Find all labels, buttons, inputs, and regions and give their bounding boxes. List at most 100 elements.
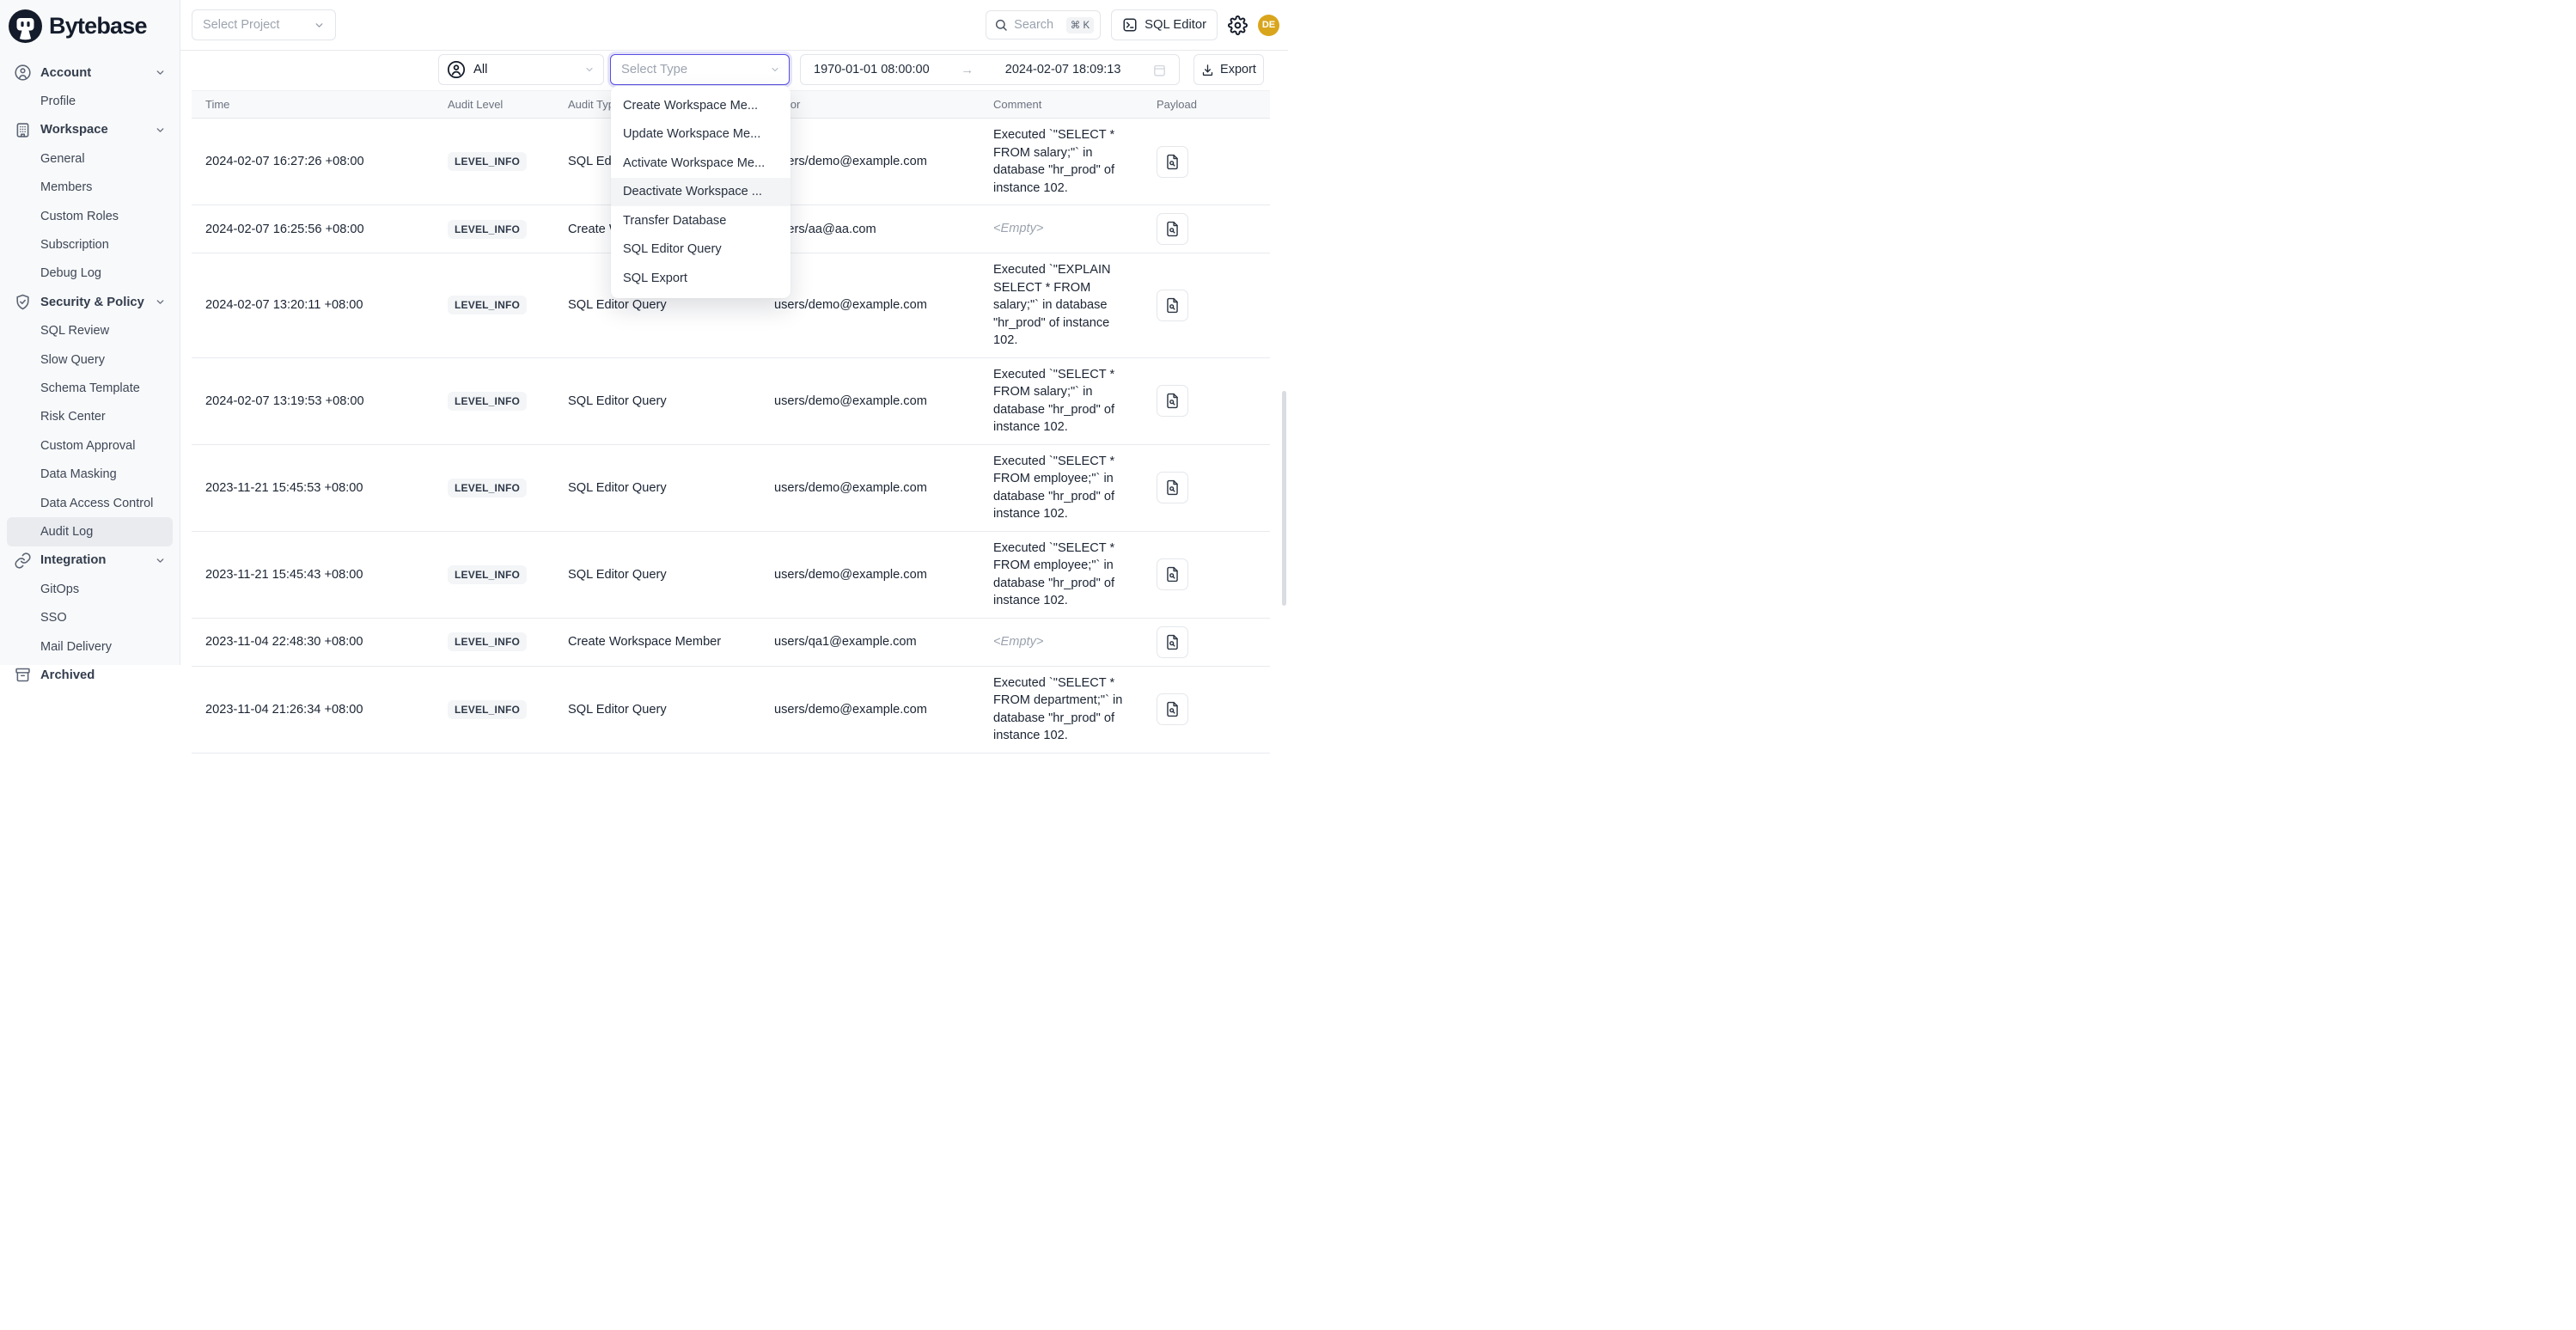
chevron-down-icon [155,296,166,308]
sidebar-item-slow-query[interactable]: Slow Query [7,345,173,374]
payload-view-button[interactable] [1157,626,1188,658]
cell-audit-level: LEVEL_INFO [435,212,555,247]
cell-payload [1144,686,1270,733]
sidebar-item-label: Workspace [40,123,108,137]
sidebar-item-label: GitOps [40,583,79,596]
sidebar-item-label: SQL Review [40,324,109,338]
sidebar-item-label: Integration [40,553,106,567]
sidebar-item-integration[interactable]: Integration [7,546,173,575]
cell-comment: Executed `"SELECT * FROM department;"` i… [980,667,1144,753]
cell-audit-type: SQL Editor Query [555,560,761,589]
chevron-down-icon [155,555,166,566]
sidebar-item-mail-delivery[interactable]: Mail Delivery [7,632,173,661]
project-select[interactable]: Select Project [192,9,336,40]
audit-level-badge: LEVEL_INFO [448,392,527,411]
sidebar-item-members[interactable]: Members [7,174,173,202]
sidebar-item-audit-log[interactable]: Audit Log [7,517,173,546]
sidebar-item-account[interactable]: Account [7,58,173,87]
vertical-scrollbar-thumb[interactable] [1282,391,1286,606]
date-range-picker[interactable]: 1970-01-01 08:00:00 → 2024-02-07 18:09:1… [800,54,1180,85]
cell-audit-level: LEVEL_INFO [435,625,555,659]
file-search-icon [1164,566,1181,583]
sidebar-item-label: Members [40,180,92,194]
type-menu-item-label: Create Workspace Me... [623,99,758,113]
search-placeholder: Search [1014,18,1053,32]
file-search-icon [1164,479,1181,496]
sidebar-item-debug-log[interactable]: Debug Log [7,259,173,288]
type-menu-item-label: Transfer Database [623,214,726,228]
sidebar-item-archived[interactable]: Archived [7,661,173,689]
sidebar-item-sql-review[interactable]: SQL Review [7,317,173,345]
sidebar-item-label: Archived [40,668,95,682]
sidebar-item-sso[interactable]: SSO [7,603,173,631]
file-search-icon [1164,701,1181,717]
sidebar-item-workspace[interactable]: Workspace [7,116,173,144]
sidebar-item-profile[interactable]: Profile [7,87,173,115]
cell-actor: users/qa1@example.com [761,627,980,656]
sql-editor-button[interactable]: SQL Editor [1111,9,1218,40]
audit-log-row: 2023-11-21 15:45:53 +08:00LEVEL_INFOSQL … [192,445,1270,532]
sidebar-item-label: Mail Delivery [40,640,112,654]
brand-logo[interactable]: Bytebase [0,0,180,52]
cell-comment: Executed `"SELECT * FROM employee;"` in … [980,445,1144,531]
brand-name: Bytebase [49,13,147,40]
column-header-comment: Comment [980,98,1144,111]
cell-actor: users/demo@example.com [761,560,980,589]
sidebar-item-data-access-control[interactable]: Data Access Control [7,489,173,517]
sidebar-item-subscription[interactable]: Subscription [7,230,173,259]
type-menu-item-deactivate-workspace[interactable]: Deactivate Workspace ... [611,178,791,207]
export-button[interactable]: Export [1193,54,1264,85]
payload-view-button[interactable] [1157,472,1188,503]
sidebar-item-data-masking[interactable]: Data Masking [7,460,173,488]
type-menu-item-create-workspace-me[interactable]: Create Workspace Me... [611,91,791,120]
sidebar-item-schema-template[interactable]: Schema Template [7,374,173,402]
cell-audit-type: SQL Editor Query [555,473,761,503]
payload-view-button[interactable] [1157,385,1188,417]
type-menu-item-label: Activate Workspace Me... [623,156,765,170]
sidebar-item-general[interactable]: General [7,144,173,173]
bytebase-mascot-icon [9,9,42,43]
cell-payload [1144,619,1270,666]
payload-view-button[interactable] [1157,693,1188,725]
search-input[interactable]: Search ⌘ K [986,10,1101,40]
payload-view-button[interactable] [1157,558,1188,590]
sidebar-item-label: Custom Approval [40,439,135,453]
type-menu-item-sql-export[interactable]: SQL Export [611,264,791,293]
payload-view-button[interactable] [1157,146,1188,178]
sidebar-item-label: General [40,152,85,166]
file-search-icon [1164,634,1181,650]
type-menu-item-activate-workspace-me[interactable]: Activate Workspace Me... [611,149,791,178]
audit-log-row: 2023-11-04 21:26:34 +08:00LEVEL_INFOSQL … [192,667,1270,753]
sidebar-item-security-policy[interactable]: Security & Policy [7,288,173,316]
type-menu-item-update-workspace-me[interactable]: Update Workspace Me... [611,120,791,149]
type-filter-select[interactable]: Select Type [610,54,790,85]
sidebar-item-risk-center[interactable]: Risk Center [7,403,173,431]
type-filter-menu: Create Workspace Me... Update Workspace M… [611,86,791,298]
settings-gear-icon[interactable] [1228,15,1248,35]
cell-audit-level: LEVEL_INFO [435,288,555,322]
arrow-right-icon: → [961,63,974,77]
topbar-right: Search ⌘ K SQL Editor DE [986,9,1279,40]
sidebar-item-label: Slow Query [40,353,105,367]
search-icon [994,18,1008,32]
sidebar-item-custom-roles[interactable]: Custom Roles [7,202,173,230]
sidebar-item-custom-approval[interactable]: Custom Approval [7,431,173,460]
cell-payload [1144,377,1270,424]
archive-icon [14,666,32,684]
cell-audit-type: SQL Editor Query [555,387,761,416]
actor-filter-select[interactable]: All [438,54,604,85]
cell-payload [1144,205,1270,253]
type-menu-item-label: Deactivate Workspace ... [623,185,762,198]
payload-view-button[interactable] [1157,290,1188,321]
sidebar-item-gitops[interactable]: GitOps [7,575,173,603]
type-menu-item-sql-editor-query[interactable]: SQL Editor Query [611,235,791,265]
shield-check-icon [14,293,32,311]
cell-actor: users/demo@example.com [761,387,980,416]
user-avatar[interactable]: DE [1258,15,1279,36]
type-menu-item-label: SQL Editor Query [623,242,722,256]
payload-view-button[interactable] [1157,213,1188,245]
sidebar-item-label: Data Masking [40,467,117,481]
sidebar-item-label: Audit Log [40,525,93,539]
type-menu-item-transfer-database[interactable]: Transfer Database [611,206,791,235]
sidebar-item-label: Security & Policy [40,296,144,309]
